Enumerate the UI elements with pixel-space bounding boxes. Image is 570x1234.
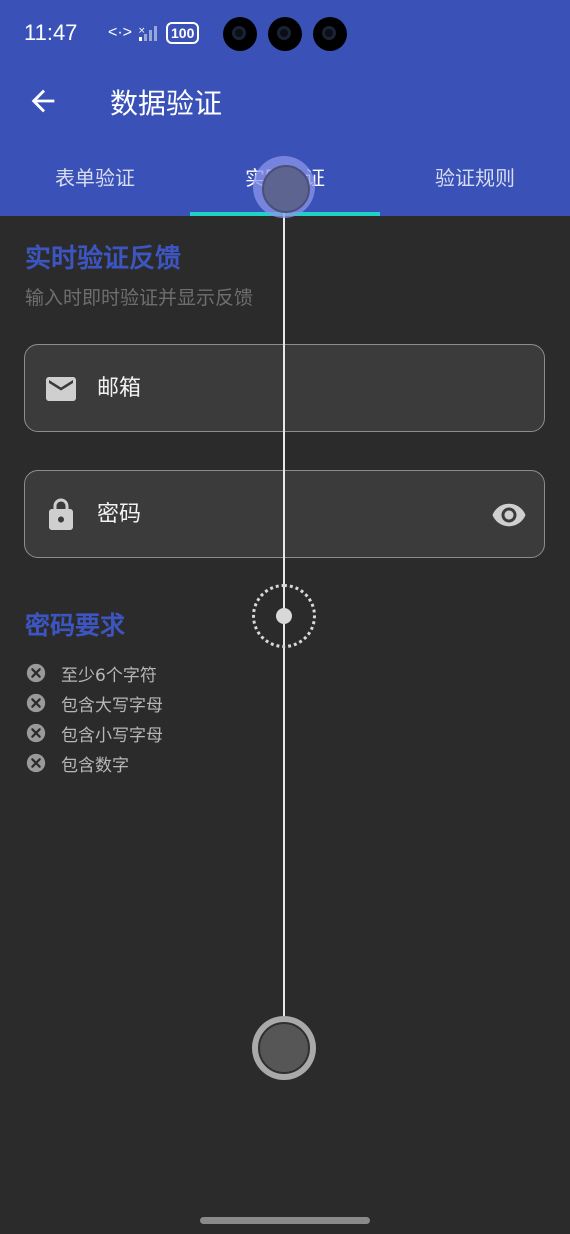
cancel-circle-icon	[26, 753, 46, 773]
status-icons: <·> × 100	[108, 22, 200, 44]
home-indicator[interactable]	[200, 1217, 370, 1224]
camera-lens-icon	[313, 17, 347, 51]
cancel-circle-icon	[26, 693, 46, 713]
requirement-label: 包含小写字母	[61, 725, 163, 746]
requirement-label: 包含大写字母	[61, 695, 163, 716]
requirement-item: 包含小写字母	[25, 718, 163, 748]
requirement-item: 包含大写字母	[25, 688, 163, 718]
svg-text:×: ×	[138, 26, 146, 36]
touch-point-start	[253, 156, 315, 218]
touch-point-end	[252, 1016, 316, 1080]
status-time: 11:47	[24, 20, 78, 45]
battery-indicator: 100	[166, 22, 200, 44]
page-title: 数据验证	[110, 87, 223, 120]
requirements-title: 密码要求	[25, 611, 126, 640]
camera-lens-icon	[268, 17, 302, 51]
arrow-left-icon	[31, 89, 55, 113]
cancel-circle-icon	[26, 663, 46, 683]
mail-icon	[46, 377, 76, 401]
requirement-item: 至少6个字符	[25, 658, 163, 688]
requirements-list: 至少6个字符 包含大写字母 包含小写字母 包含数字	[25, 658, 163, 778]
lock-icon	[49, 498, 73, 530]
signal-icon: ×	[138, 26, 158, 41]
status-bar: 11:47 <·> × 100	[0, 0, 570, 70]
app-screen: 11:47 <·> × 100 数据验证 表单验证 验证规则 实时验证反馈 输入…	[0, 0, 570, 1234]
section-title: 实时验证反馈	[25, 244, 182, 274]
section-subtitle: 输入时即时验证并显示反馈	[25, 287, 254, 309]
data-transfer-icon: <·>	[108, 24, 133, 41]
cancel-circle-icon	[26, 723, 46, 743]
tab-validation-rules[interactable]: 验证规则	[380, 150, 570, 216]
requirement-item: 包含数字	[25, 748, 163, 778]
requirement-label: 至少6个字符	[61, 665, 157, 686]
email-input[interactable]	[97, 365, 477, 411]
eye-icon[interactable]	[491, 497, 527, 533]
requirement-label: 包含数字	[61, 755, 129, 776]
password-input[interactable]	[97, 491, 477, 537]
touch-point-middle	[252, 584, 316, 648]
back-button[interactable]	[26, 84, 60, 118]
camera-lens-icon	[223, 17, 257, 51]
tab-form-validation[interactable]: 表单验证	[0, 150, 190, 216]
